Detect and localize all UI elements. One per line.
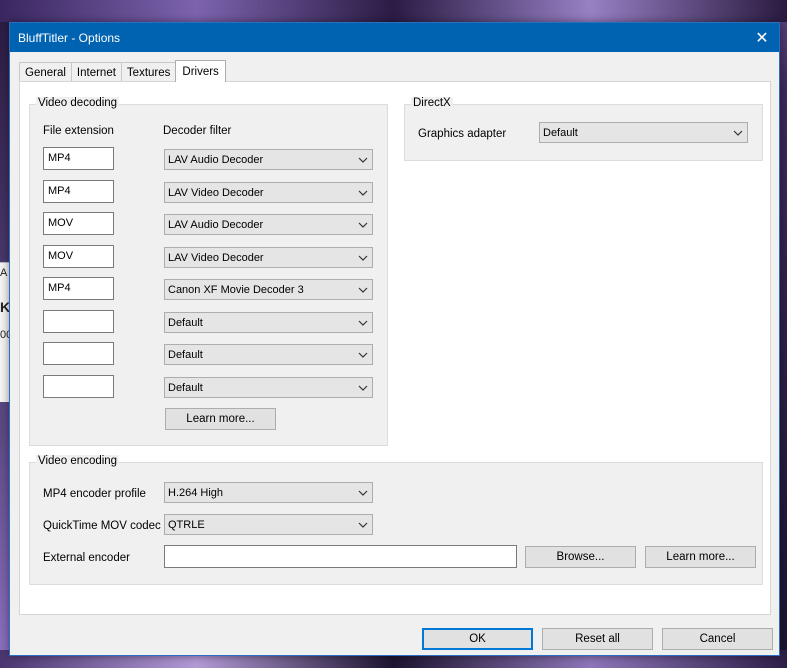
tab-internet[interactable]: Internet bbox=[70, 62, 122, 82]
decoder-select-value: LAV Video Decoder bbox=[168, 251, 264, 264]
chevron-down-icon bbox=[354, 483, 372, 502]
decoder-select-1[interactable]: LAV Audio Decoder bbox=[164, 149, 373, 170]
graphics-adapter-value: Default bbox=[543, 126, 578, 139]
close-icon[interactable]: ✕ bbox=[745, 23, 779, 52]
mp4-encoder-profile-label: MP4 encoder profile bbox=[43, 488, 146, 500]
tab-general[interactable]: General bbox=[19, 62, 72, 82]
background-strip-top bbox=[0, 0, 787, 22]
decoder-select-3[interactable]: LAV Audio Decoder bbox=[164, 214, 373, 235]
extension-field-5[interactable]: MP4 bbox=[43, 277, 114, 300]
ok-button[interactable]: OK bbox=[422, 628, 533, 650]
chevron-down-icon bbox=[354, 215, 372, 234]
directx-label: DirectX bbox=[411, 97, 453, 109]
quicktime-mov-codec-select[interactable]: QTRLE bbox=[164, 514, 373, 535]
options-dialog: BluffTitler - Options ✕ General Internet… bbox=[9, 22, 780, 656]
chevron-down-icon bbox=[354, 515, 372, 534]
video-encoding-label: Video encoding bbox=[36, 455, 120, 467]
chevron-down-icon bbox=[354, 248, 372, 267]
decoder-select-6[interactable]: Default bbox=[164, 312, 373, 333]
chevron-down-icon bbox=[354, 378, 372, 397]
extension-field-7[interactable] bbox=[43, 342, 114, 365]
browse-button[interactable]: Browse... bbox=[525, 546, 636, 568]
background-text-fragment: A bbox=[0, 267, 8, 279]
extension-field-6[interactable] bbox=[43, 310, 114, 333]
quicktime-mov-codec-value: QTRLE bbox=[168, 518, 205, 531]
graphics-adapter-select[interactable]: Default bbox=[539, 122, 748, 143]
decoder-select-value: LAV Audio Decoder bbox=[168, 153, 264, 166]
decoder-select-value: Default bbox=[168, 316, 203, 329]
decoder-filter-header: Decoder filter bbox=[163, 125, 232, 137]
external-encoder-label: External encoder bbox=[43, 552, 130, 564]
decoder-select-value: Default bbox=[168, 381, 203, 394]
mp4-encoder-profile-select[interactable]: H.264 High bbox=[164, 482, 373, 503]
title-bar: BluffTitler - Options ✕ bbox=[10, 23, 779, 52]
drivers-panel: Video decoding File extension Decoder fi… bbox=[19, 81, 771, 615]
decoder-select-4[interactable]: LAV Video Decoder bbox=[164, 247, 373, 268]
tab-drivers[interactable]: Drivers bbox=[175, 60, 226, 82]
encoding-learn-more-button[interactable]: Learn more... bbox=[645, 546, 756, 568]
file-extension-header: File extension bbox=[43, 125, 114, 137]
reset-all-button[interactable]: Reset all bbox=[542, 628, 653, 650]
decoder-select-value: LAV Video Decoder bbox=[168, 186, 264, 199]
chevron-down-icon bbox=[729, 123, 747, 142]
extension-field-8[interactable] bbox=[43, 375, 114, 398]
extension-field-2[interactable]: MP4 bbox=[43, 180, 114, 203]
video-encoding-group: Video encoding MP4 encoder profile H.264… bbox=[29, 455, 763, 585]
chevron-down-icon bbox=[354, 183, 372, 202]
extension-field-4[interactable]: MOV bbox=[43, 245, 114, 268]
mp4-encoder-profile-value: H.264 High bbox=[168, 486, 224, 499]
tab-textures[interactable]: Textures bbox=[120, 62, 177, 82]
quicktime-mov-codec-label: QuickTime MOV codec bbox=[43, 520, 161, 532]
decoder-select-value: LAV Audio Decoder bbox=[168, 218, 264, 231]
video-decoding-label: Video decoding bbox=[36, 97, 120, 109]
decoder-select-7[interactable]: Default bbox=[164, 344, 373, 365]
tab-strip: General Internet Textures Drivers bbox=[19, 60, 226, 82]
extension-field-3[interactable]: MOV bbox=[43, 212, 114, 235]
decoder-select-value: Canon XF Movie Decoder 3 bbox=[168, 283, 304, 296]
extension-field-1[interactable]: MP4 bbox=[43, 147, 114, 170]
video-decoding-group: Video decoding File extension Decoder fi… bbox=[29, 97, 388, 446]
decoder-select-2[interactable]: LAV Video Decoder bbox=[164, 182, 373, 203]
directx-group: DirectX Graphics adapter Default bbox=[404, 97, 763, 161]
window-title: BluffTitler - Options bbox=[18, 30, 121, 45]
decoder-select-8[interactable]: Default bbox=[164, 377, 373, 398]
decoding-learn-more-button[interactable]: Learn more... bbox=[165, 408, 276, 430]
chevron-down-icon bbox=[354, 150, 372, 169]
chevron-down-icon bbox=[354, 313, 372, 332]
decoder-select-5[interactable]: Canon XF Movie Decoder 3 bbox=[164, 279, 373, 300]
external-encoder-field[interactable] bbox=[164, 545, 517, 568]
chevron-down-icon bbox=[354, 345, 372, 364]
cancel-button[interactable]: Cancel bbox=[662, 628, 773, 650]
chevron-down-icon bbox=[354, 280, 372, 299]
decoder-select-value: Default bbox=[168, 348, 203, 361]
graphics-adapter-label: Graphics adapter bbox=[418, 128, 507, 140]
